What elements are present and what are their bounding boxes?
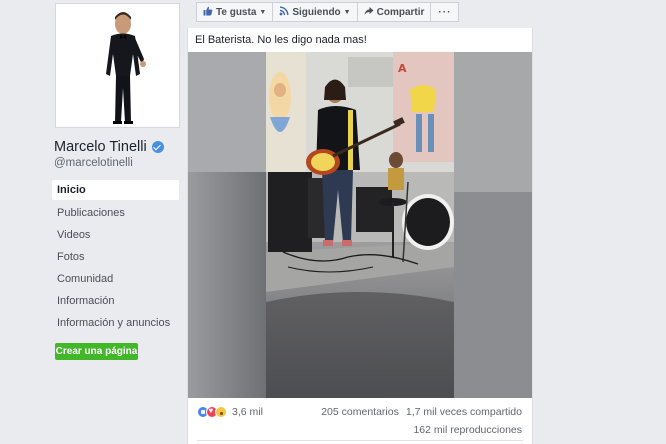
post-caption: El Baterista. No les digo nada mas! xyxy=(195,34,367,46)
following-button[interactable]: Siguiendo ▼ xyxy=(272,2,358,22)
video-player[interactable]: A xyxy=(188,52,532,398)
profile-photo[interactable] xyxy=(55,3,180,128)
share-button[interactable]: Compartir xyxy=(356,2,432,22)
view-count: 162 mil reproducciones xyxy=(413,424,522,436)
page-handle[interactable]: @marcelotinelli xyxy=(54,157,133,169)
page-action-bar: Te gusta ▼ Siguiendo ▼ Compartir ··· xyxy=(196,2,460,22)
chevron-down-icon: ▼ xyxy=(343,8,351,16)
share-label: Compartir xyxy=(376,6,425,18)
following-label: Siguiendo xyxy=(292,6,341,18)
thumbs-up-icon xyxy=(203,6,213,19)
reaction-summary[interactable]: 3,6 mil xyxy=(197,405,263,419)
like-page-button[interactable]: Te gusta ▼ xyxy=(196,2,274,22)
share-count-link[interactable]: 1,7 mil veces compartido xyxy=(406,406,522,418)
post-stats: 205 comentarios 1,7 mil veces compartido … xyxy=(321,405,522,441)
divider xyxy=(197,440,523,441)
like-page-label: Te gusta xyxy=(216,6,257,18)
video-post: El Baterista. No les digo nada mas! A ♥ … xyxy=(187,28,533,444)
right-column xyxy=(533,0,666,444)
page-title-row: Marcelo Tinelli xyxy=(54,139,194,155)
sidebar-item-comunidad[interactable]: Comunidad xyxy=(52,268,179,290)
sidebar-item-fotos[interactable]: Fotos xyxy=(52,246,179,268)
sidebar-nav: Inicio Publicaciones Videos Fotos Comuni… xyxy=(52,180,179,334)
sidebar-item-publicaciones[interactable]: Publicaciones xyxy=(52,202,179,224)
sidebar-item-informacion-anuncios[interactable]: Información y anuncios xyxy=(52,312,179,334)
sidebar-item-videos[interactable]: Videos xyxy=(52,224,179,246)
page-title[interactable]: Marcelo Tinelli xyxy=(54,139,147,155)
wow-reaction-icon xyxy=(215,406,227,418)
verified-badge-icon xyxy=(151,141,164,153)
sidebar-item-informacion[interactable]: Información xyxy=(52,290,179,312)
sidebar-item-inicio[interactable]: Inicio xyxy=(52,180,179,200)
chevron-down-icon: ▼ xyxy=(259,8,267,16)
rss-icon xyxy=(279,6,289,19)
share-arrow-icon xyxy=(364,6,374,19)
reaction-count: 3,6 mil xyxy=(232,406,263,418)
comment-count-link[interactable]: 205 comentarios xyxy=(321,406,399,418)
create-page-button[interactable]: Crear una página xyxy=(55,343,138,360)
more-options-button[interactable]: ··· xyxy=(430,2,460,22)
svg-text:A: A xyxy=(398,62,407,75)
